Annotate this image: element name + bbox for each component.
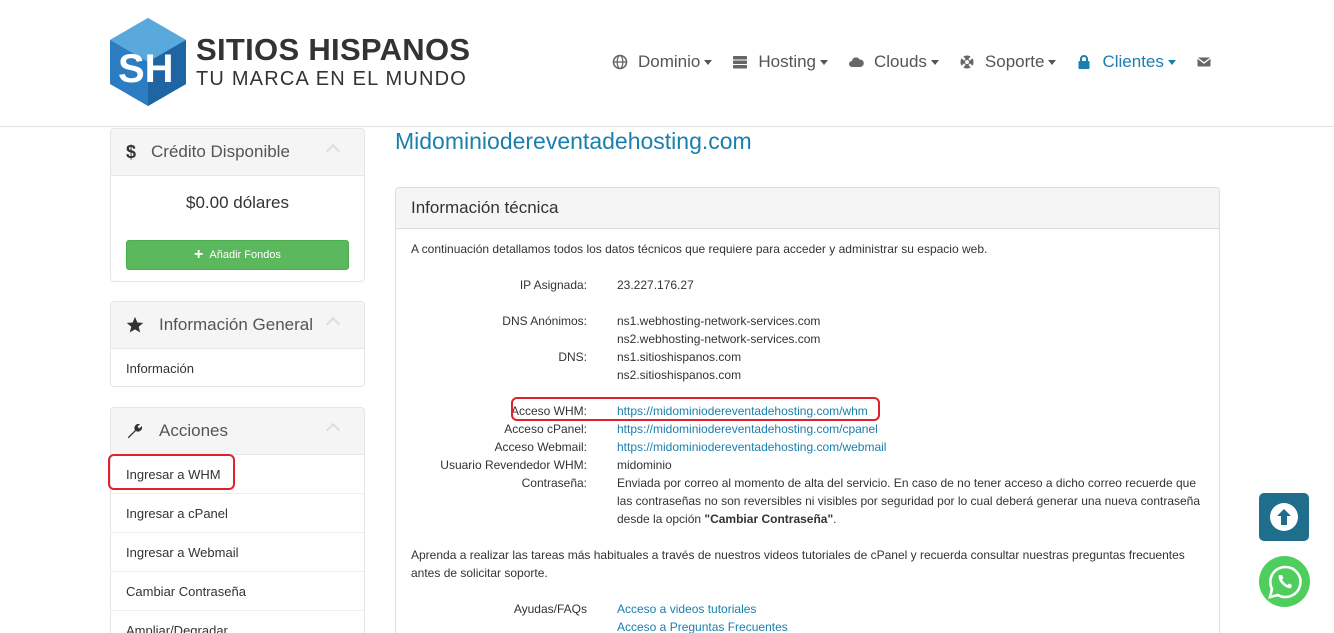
add-funds-label: Añadir Fondos — [209, 249, 281, 261]
dns-label: DNS: — [558, 350, 587, 364]
lock-icon — [1078, 55, 1090, 69]
sidebar-item-change-password[interactable]: Cambiar Contraseña — [111, 572, 364, 611]
whm-label: Acceso WHM: — [510, 404, 587, 418]
wrench-icon — [125, 421, 145, 441]
chevron-down-icon — [704, 59, 713, 65]
help-label: Ayudas/FAQs — [513, 602, 587, 616]
credit-panel-header[interactable]: $ Crédito Disponible — [111, 129, 364, 176]
general-info-header[interactable]: Información General — [111, 302, 364, 349]
reseller-user-value: midominio — [617, 458, 672, 472]
nav-clientes[interactable]: Clientes — [1076, 52, 1176, 72]
site-header: SH SITIOS HISPANOS TU MARCA EN EL MUNDO … — [0, 0, 1334, 127]
brand-tagline: TU MARCA EN EL MUNDO — [196, 68, 468, 90]
lifering-icon — [960, 55, 974, 69]
whm-link[interactable]: https://midominiodereventadehosting.com/… — [617, 404, 868, 418]
chevron-up-icon[interactable] — [325, 143, 341, 159]
envelope-icon — [1196, 57, 1211, 67]
password-info-option: "Cambiar Contraseña" — [704, 512, 834, 526]
webmail-label: Acceso Webmail: — [494, 440, 587, 454]
cloud-icon — [849, 57, 864, 67]
general-info-title: Información General — [159, 315, 314, 334]
cpanel-link[interactable]: https://midominiodereventadehosting.com/… — [617, 422, 878, 436]
sidebar-item-cpanel[interactable]: Ingresar a cPanel — [111, 494, 364, 533]
credit-value: $0.00 dólares — [185, 193, 290, 212]
nav-hosting-label: Hosting — [758, 52, 816, 71]
dollar-icon: $ — [125, 141, 136, 162]
general-info-panel: Información General Información — [110, 301, 365, 387]
password-info: Enviada por correo al momento de alta de… — [617, 474, 1207, 528]
nav-hosting[interactable]: Hosting — [732, 52, 828, 72]
whatsapp-icon — [1267, 565, 1302, 599]
chevron-down-icon — [820, 59, 828, 65]
actions-panel: Acciones Ingresar a WHM Ingresar a cPane… — [110, 407, 365, 633]
dns-anon-1: ns1.webhosting-network-services.com — [617, 314, 821, 328]
technical-info-panel: Información técnica A continuación detal… — [395, 187, 1220, 633]
credit-panel-title: Crédito Disponible — [151, 142, 290, 161]
password-label: Contraseña: — [521, 476, 587, 490]
scroll-top-button[interactable] — [1259, 493, 1309, 541]
actions-title: Acciones — [159, 421, 228, 440]
star-icon — [125, 315, 145, 335]
ip-label: IP Asignada: — [519, 278, 587, 292]
globe-icon — [612, 54, 628, 70]
logo-icon: SH — [110, 18, 186, 106]
cpanel-label: Acceso cPanel: — [504, 422, 587, 436]
dns-anon-2: ns2.webhosting-network-services.com — [617, 332, 821, 346]
actions-header[interactable]: Acciones — [111, 408, 364, 455]
dns-1: ns1.sitioshispanos.com — [617, 350, 742, 364]
password-info-end: . — [833, 512, 837, 526]
brand-name: SITIOS HISPANOS — [196, 32, 471, 67]
dns-2: ns2.sitioshispanos.com — [617, 368, 742, 382]
sidebar-item-upgrade[interactable]: Ampliar/Degradar — [111, 611, 364, 633]
nav-clientes-label: Clientes — [1102, 52, 1164, 71]
ip-value: 23.227.176.27 — [617, 278, 694, 292]
nav-soporte-label: Soporte — [984, 52, 1045, 71]
arrow-up-circle-icon — [1270, 503, 1298, 531]
server-icon — [733, 56, 748, 69]
technical-info-header: Información técnica — [396, 188, 1219, 229]
main-nav: Dominio Hosting Clouds Soporte Clientes — [612, 50, 1232, 74]
dns-anon-label: DNS Anónimos: — [502, 314, 587, 328]
chevron-up-icon[interactable] — [325, 422, 341, 438]
nav-dominio-label: Dominio — [638, 52, 701, 71]
whatsapp-button[interactable] — [1259, 556, 1310, 607]
nav-contact[interactable] — [1196, 54, 1212, 70]
chevron-down-icon — [930, 59, 939, 65]
credit-panel: $ Crédito Disponible $0.00 dólares + Aña… — [110, 128, 365, 282]
sidebar-item-informacion[interactable]: Información — [111, 349, 364, 386]
intro-text: A continuación detallamos todos los dato… — [411, 242, 988, 256]
tutorials-text: Aprenda a realizar las tareas más habitu… — [411, 548, 1185, 580]
tutorials-link[interactable]: Acceso a videos tutoriales — [617, 602, 756, 616]
webmail-link[interactable]: https://midominiodereventadehosting.com/… — [617, 440, 886, 454]
chevron-down-icon — [1167, 59, 1176, 65]
faq-link[interactable]: Acceso a Preguntas Frecuentes — [617, 620, 788, 633]
logo[interactable]: SH SITIOS HISPANOS TU MARCA EN EL MUNDO — [110, 18, 470, 108]
nav-clouds-label: Clouds — [874, 52, 927, 71]
plus-icon: + — [194, 246, 204, 263]
reseller-user-label: Usuario Revendedor WHM: — [440, 458, 587, 472]
sidebar-item-whm[interactable]: Ingresar a WHM — [111, 455, 364, 494]
nav-dominio[interactable]: Dominio — [612, 52, 713, 72]
svg-text:SH: SH — [118, 47, 174, 91]
chevron-up-icon[interactable] — [325, 316, 341, 332]
page-title: Midominiodereventadehosting.com — [395, 128, 752, 154]
nav-clouds[interactable]: Clouds — [848, 52, 939, 72]
sidebar-item-webmail[interactable]: Ingresar a Webmail — [111, 533, 364, 572]
chevron-down-icon — [1048, 59, 1057, 65]
nav-soporte[interactable]: Soporte — [959, 52, 1057, 72]
add-funds-button[interactable]: + Añadir Fondos — [126, 240, 349, 270]
